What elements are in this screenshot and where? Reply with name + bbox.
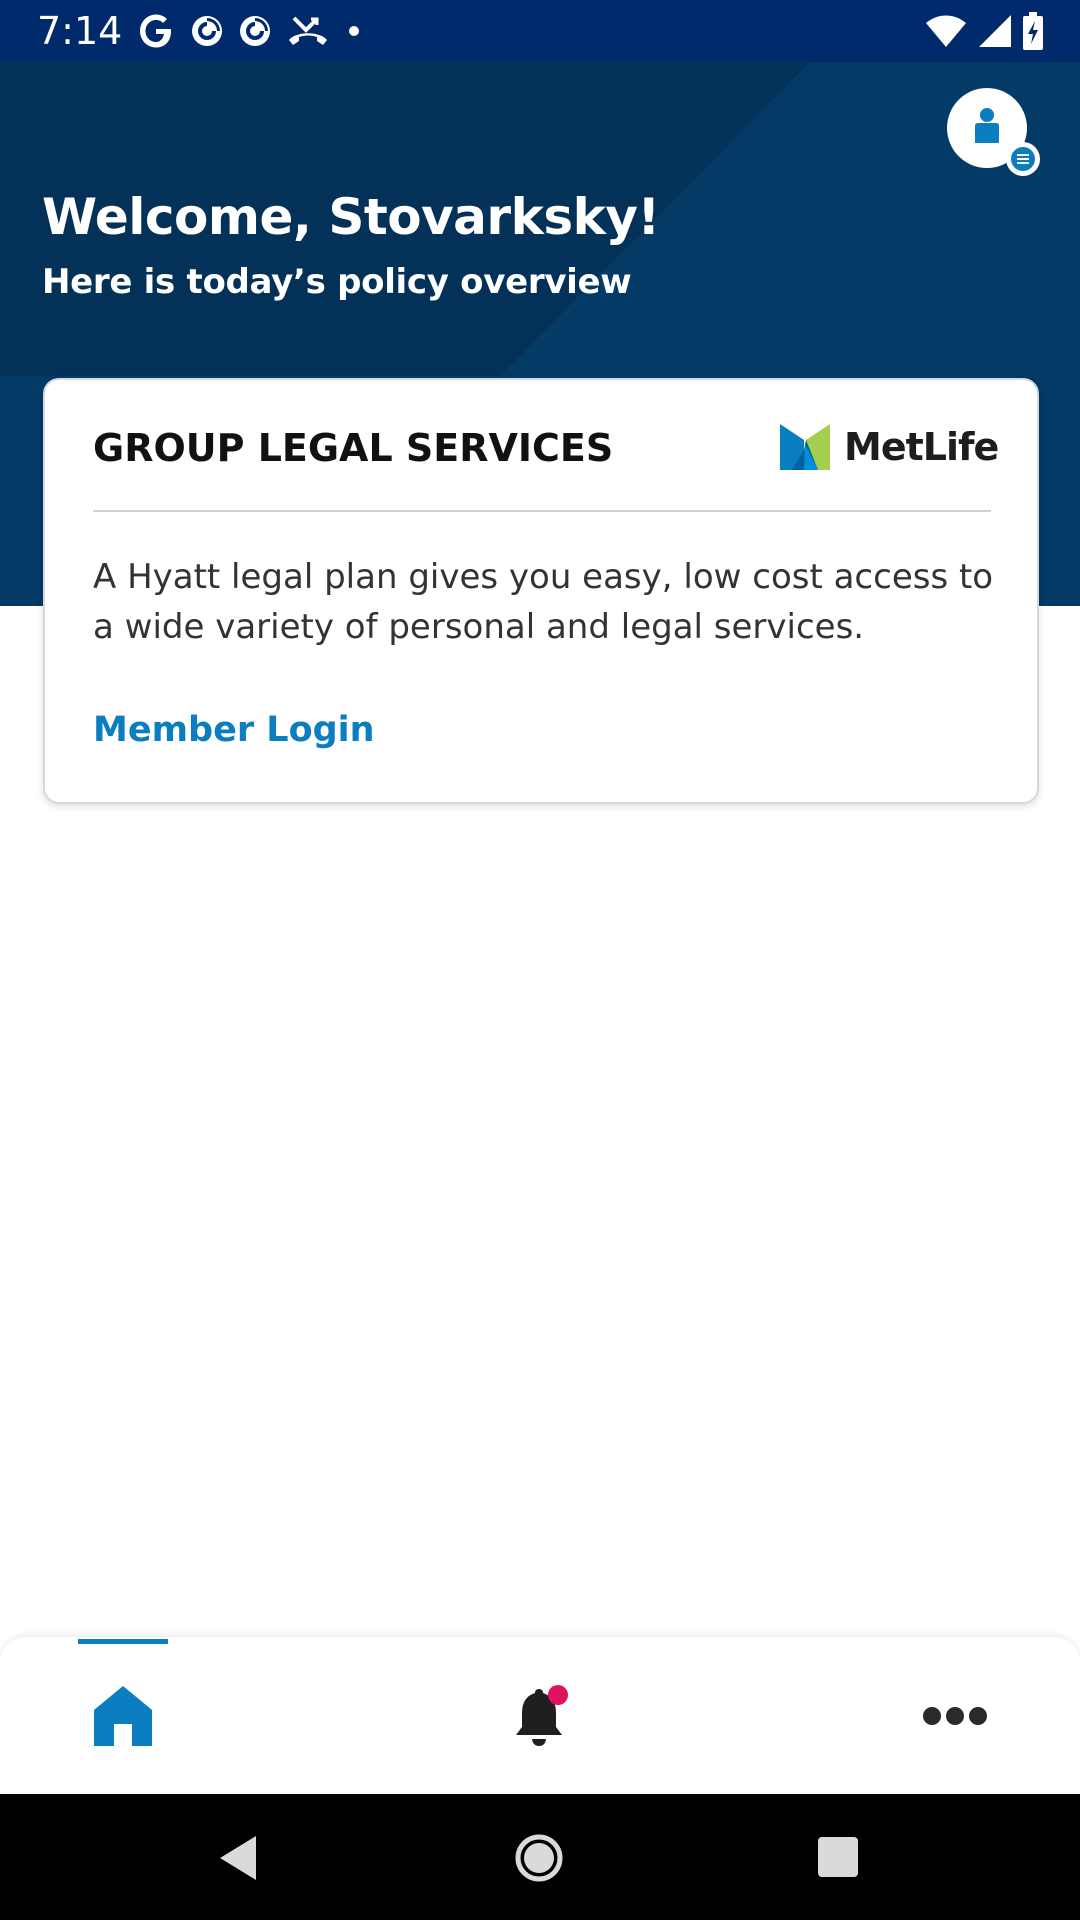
back-icon (220, 1836, 256, 1880)
pocket-casts-icon (190, 14, 224, 48)
recents-button[interactable] (817, 1836, 859, 1882)
card-divider (93, 510, 991, 512)
notification-badge (548, 1684, 568, 1705)
policy-description: A Hyatt legal plan gives you easy, low c… (93, 557, 994, 647)
member-login-link[interactable]: Member Login (93, 710, 375, 750)
welcome-title: Welcome, Stovarksky! (42, 188, 660, 246)
nav-more-tab[interactable] (905, 1637, 1005, 1794)
system-navigation-bar (0, 1794, 1080, 1920)
menu-icon (1011, 147, 1035, 171)
status-time: 7:14 (37, 9, 123, 53)
nav-home-tab[interactable] (78, 1637, 168, 1794)
recents-icon (818, 1837, 858, 1877)
wifi-icon (924, 14, 968, 48)
bell-icon (516, 1684, 568, 1746)
home-icon (94, 1685, 152, 1746)
signal-icon (978, 14, 1012, 48)
metlife-logo-mark-icon (780, 424, 830, 470)
metlife-logo-text: MetLife (844, 425, 999, 469)
more-icon (923, 1706, 987, 1725)
nav-notifications-tab[interactable] (490, 1637, 590, 1794)
bottom-navigation (0, 1637, 1080, 1794)
home-button[interactable] (515, 1834, 563, 1886)
notification-icons (136, 10, 364, 52)
policy-card-title: GROUP LEGAL SERVICES (93, 426, 614, 470)
home-circle-icon (515, 1834, 563, 1882)
missed-call-icon (286, 14, 330, 48)
google-icon (136, 11, 176, 51)
back-button[interactable] (218, 1834, 258, 1886)
profile-menu-badge[interactable] (1006, 142, 1040, 176)
battery-icon (1022, 11, 1044, 51)
welcome-subtitle: Here is today’s policy overview (42, 262, 632, 302)
system-status-icons (924, 10, 1044, 52)
pocket-casts-icon (238, 14, 272, 48)
policy-card: GROUP LEGAL SERVICES MetLife A Hyatt leg… (43, 378, 1039, 804)
dot-icon (344, 21, 364, 41)
metlife-logo: MetLife (780, 422, 999, 472)
status-bar: 7:14 (0, 0, 1080, 62)
